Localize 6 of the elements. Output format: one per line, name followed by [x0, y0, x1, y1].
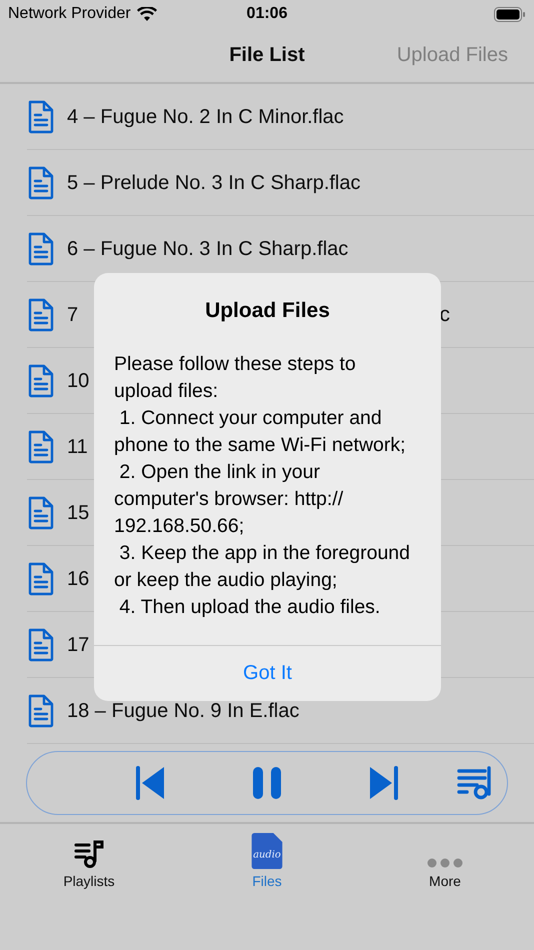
clock-time: 01:06 — [246, 5, 288, 23]
nav-title: File List — [229, 44, 305, 66]
dialog-title: Upload Files — [204, 298, 331, 323]
dialog-message: Please follow these steps to upload files: 1. Connect your computer and phone to the same Wi-Fi network; 2. Open the link in your computer's browser: http:// 192.168.50.66; 3. Keep the app in the foreground or keep the audio playing; 4. Then upload the audio files. — [113, 352, 411, 620]
carrier-name: Network Provider — [8, 5, 131, 23]
audio-file-icon: audio — [250, 833, 284, 869]
